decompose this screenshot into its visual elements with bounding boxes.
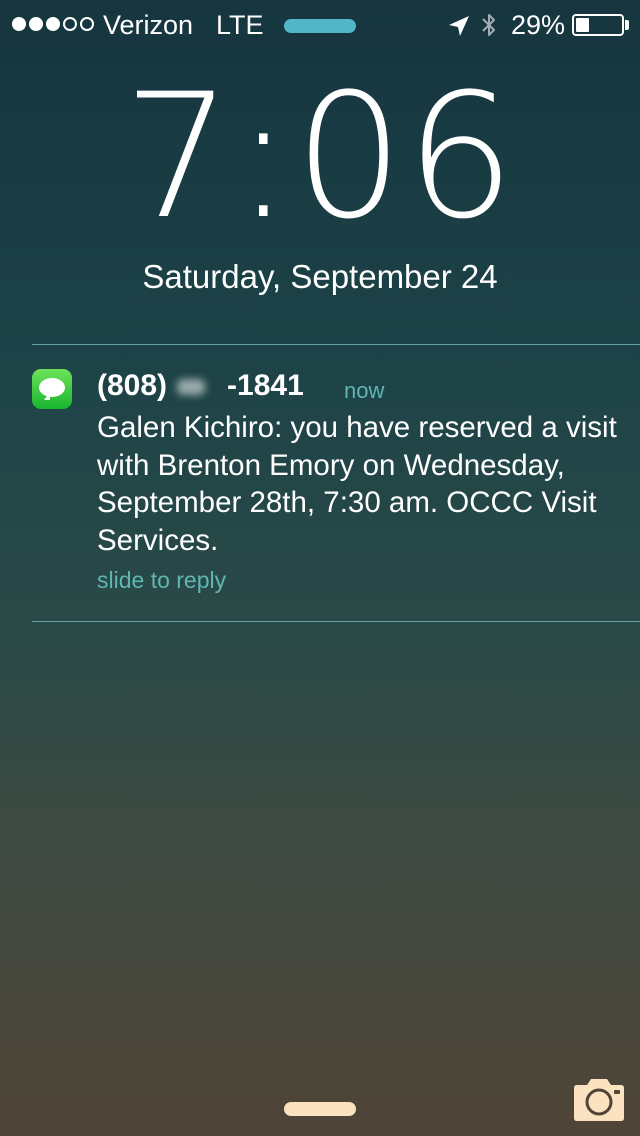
- carrier-name: Verizon: [103, 10, 194, 40]
- signal-dot: [63, 17, 77, 31]
- battery-icon: [572, 14, 624, 36]
- signal-dot: [80, 17, 94, 31]
- notification-body: Galen Kichiro: you have reserved a visit…: [97, 411, 617, 557]
- signal-dot: [12, 17, 26, 31]
- bluetooth-icon: [482, 14, 495, 36]
- sender-area-code: (808): [97, 369, 168, 402]
- slide-to-reply-hint[interactable]: slide to reply: [97, 567, 226, 594]
- battery-tip: [625, 20, 629, 30]
- battery-percentage: 29%: [511, 10, 566, 40]
- network-type: LTE: [216, 10, 264, 40]
- battery-fill: [576, 18, 589, 32]
- lock-screen-date: Saturday, September 24: [142, 258, 498, 295]
- signal-strength-icon: [12, 17, 94, 31]
- notification-sender: (808) -1841: [97, 369, 304, 403]
- redacted-number-segment: [177, 379, 206, 396]
- camera-icon[interactable]: [570, 1076, 628, 1124]
- location-arrow-icon: [449, 16, 469, 36]
- signal-dot: [29, 17, 43, 31]
- home-indicator[interactable]: [284, 1102, 356, 1116]
- sender-line-number: -1841: [227, 369, 304, 402]
- signal-dot: [46, 17, 60, 31]
- status-bar: Verizon LTE 29%: [0, 0, 640, 50]
- notification-divider-bottom: [32, 621, 640, 622]
- lock-screen-time: 7:06: [122, 56, 518, 257]
- active-call-pill[interactable]: [284, 19, 356, 33]
- message-notification[interactable]: (808) -1841 now Galen Kichiro: you have r…: [0, 345, 640, 621]
- messages-icon: [32, 369, 72, 409]
- notification-time: now: [344, 378, 385, 403]
